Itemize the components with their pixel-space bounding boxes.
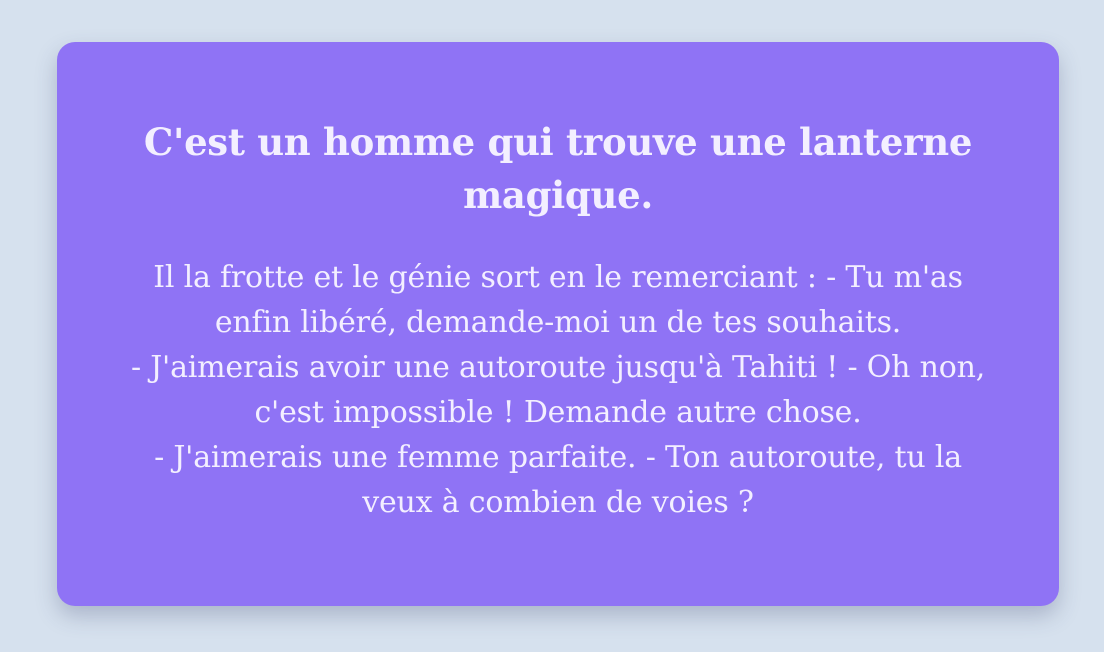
joke-body: Il la frotte et le génie sort en le reme…	[117, 255, 999, 525]
joke-card: C'est un homme qui trouve une lanterne m…	[57, 42, 1059, 606]
joke-title: C'est un homme qui trouve une lanterne m…	[143, 120, 973, 217]
joke-paragraph-3: - J'aimerais une femme parfaite. - Ton a…	[154, 440, 962, 520]
joke-paragraph-2: - J'aimerais avoir une autoroute jusqu'à…	[130, 350, 986, 430]
joke-paragraph-1: Il la frotte et le génie sort en le reme…	[153, 260, 963, 340]
